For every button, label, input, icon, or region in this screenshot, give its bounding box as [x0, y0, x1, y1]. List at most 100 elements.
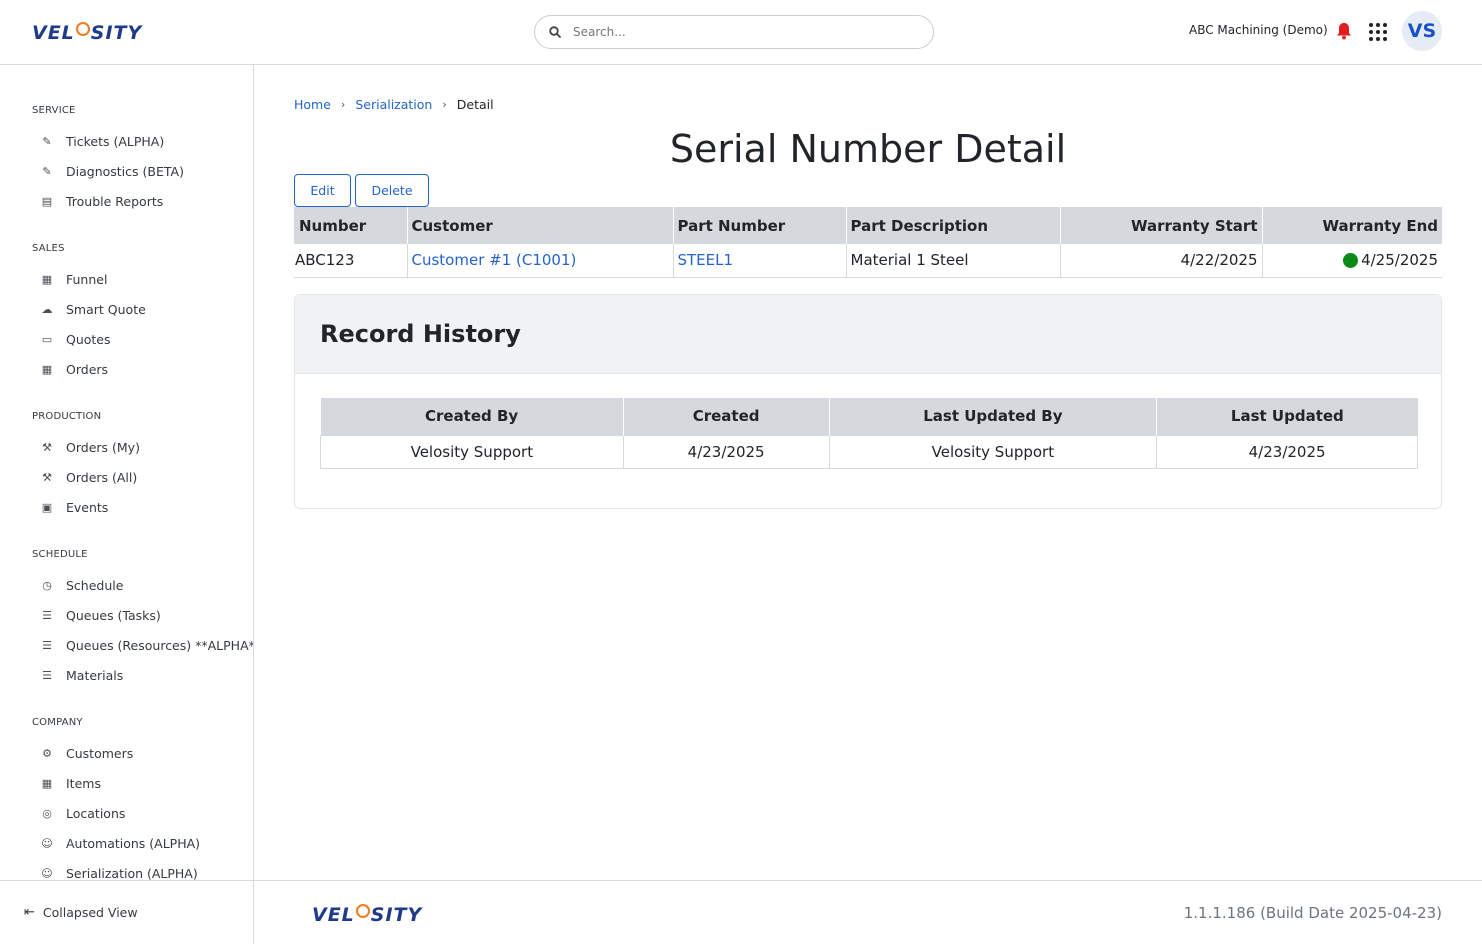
sidebar-item-locations[interactable]: ◎ Locations — [40, 806, 125, 821]
sidebar-item-label: Serialization (ALPHA) — [66, 866, 198, 880]
list-icon: ☰ — [42, 639, 52, 652]
sidebar-item-serialization[interactable]: ☺ Serialization (ALPHA) — [40, 866, 198, 880]
record-history-title: Record History — [295, 295, 1441, 374]
table-row: ABC123 Customer #1 (C1001) STEEL1 Materi… — [294, 244, 1442, 278]
breadcrumb-current: Detail — [456, 97, 494, 112]
record-history-card: Record History Created By Created Last U… — [294, 294, 1442, 509]
sidebar-item-label: Orders — [66, 362, 109, 377]
breadcrumb-home[interactable]: Home — [294, 97, 331, 112]
table-header-row: Created By Created Last Updated By Last … — [320, 398, 1418, 435]
collapse-view-label: Collapsed View — [42, 905, 138, 920]
sidebar-item-orders-my[interactable]: ⚒ Orders (My) — [40, 440, 140, 455]
cloud-icon: ☁ — [41, 303, 53, 316]
search-input[interactable] — [573, 25, 913, 39]
logo-text-start: VEL — [312, 904, 355, 926]
last-updated-cell: 4/23/2025 — [1156, 434, 1418, 469]
sidebar-item-label: Trouble Reports — [66, 194, 164, 209]
list-icon: ☰ — [42, 609, 52, 622]
edit-button[interactable]: Edit — [294, 174, 351, 207]
footer-velosity-logo: VEL SITY — [312, 904, 422, 926]
section-production: PRODUCTION — [32, 411, 102, 422]
wrench-icon: ✎ — [42, 165, 52, 178]
gear-icon: ⚙ — [42, 747, 52, 760]
sidebar-item-items[interactable]: ▦ Items — [40, 776, 101, 791]
sidebar-item-funnel[interactable]: ▦ Funnel — [40, 272, 108, 287]
robot-arm-icon: ⚒ — [42, 441, 52, 454]
sidebar-item-label: Orders (All) — [66, 470, 138, 485]
inbox-icon: ▤ — [41, 195, 53, 208]
section-schedule: SCHEDULE — [32, 549, 88, 560]
created-by-cell: Velosity Support — [320, 434, 624, 469]
sidebar-item-diagnostics[interactable]: ✎ Diagnostics (BETA) — [40, 164, 184, 179]
column-header-warranty-start[interactable]: Warranty Start — [1059, 207, 1262, 244]
column-header-part-description[interactable]: Part Description — [845, 207, 1060, 244]
sidebar-item-schedule[interactable]: ◷ Schedule — [40, 578, 123, 593]
main-content: Home › Serialization › Detail Serial Num… — [254, 65, 1482, 880]
sidebar-item-orders-all[interactable]: ⚒ Orders (All) — [40, 470, 137, 485]
created-cell: 4/23/2025 — [622, 434, 830, 469]
sidebar-item-label: Locations — [66, 806, 126, 821]
customer-link[interactable]: Customer #1 (C1001) — [412, 251, 577, 269]
organization-name[interactable]: ABC Machining (Demo) — [1189, 23, 1328, 37]
collapse-view-button[interactable]: ⇤ Collapsed View — [0, 880, 253, 944]
table-header-row: Number Customer Part Number Part Descrip… — [294, 207, 1442, 244]
part-description-cell: Material 1 Steel — [845, 244, 1060, 278]
part-number-cell: STEEL1 — [672, 244, 846, 278]
sidebar-item-label: Orders (My) — [66, 440, 140, 455]
sidebar-item-tickets[interactable]: ✎ Tickets (ALPHA) — [40, 134, 164, 149]
sidebar-item-quotes[interactable]: ▭ Quotes — [40, 332, 111, 347]
sidebar-item-label: Materials — [66, 668, 124, 683]
user-avatar[interactable]: VS — [1402, 11, 1442, 51]
column-header-warranty-end[interactable]: Warranty End — [1261, 207, 1442, 244]
serial-number-cell: ABC123 — [294, 244, 407, 278]
sidebar-item-label: Queues (Resources) **ALPHA** — [66, 638, 253, 653]
sidebar-item-label: Funnel — [66, 272, 108, 287]
sidebar-item-label: Smart Quote — [66, 302, 146, 317]
sidebar-item-label: Customers — [66, 746, 134, 761]
clock-icon: ◷ — [42, 579, 52, 592]
notification-bell-icon[interactable] — [1336, 22, 1352, 40]
column-header-part-number[interactable]: Part Number — [672, 207, 846, 244]
footer: VEL SITY 1.1.1.186 (Build Date 2025-04-23… — [254, 880, 1482, 944]
sidebar-item-customers[interactable]: ⚙ Customers — [40, 746, 133, 761]
sidebar-item-trouble-reports[interactable]: ▤ Trouble Reports — [40, 194, 163, 209]
sidebar-item-events[interactable]: ▣ Events — [40, 500, 109, 515]
sidebar-item-automations[interactable]: ☺ Automations (ALPHA) — [40, 836, 200, 851]
sidebar-item-label: Items — [66, 776, 101, 791]
search-icon — [549, 26, 561, 38]
breadcrumb-serialization[interactable]: Serialization — [355, 97, 432, 112]
grid-icon: ▦ — [41, 777, 53, 790]
customer-cell: Customer #1 (C1001) — [406, 244, 673, 278]
logo-ring-icon — [75, 22, 90, 36]
sidebar-item-queues-resources[interactable]: ☰ Queues (Resources) **ALPHA** — [40, 638, 253, 653]
sidebar-item-smart-quote[interactable]: ☁ Smart Quote — [40, 302, 146, 317]
logo-text-end: SITY — [370, 904, 423, 926]
column-header-created: Created — [622, 398, 830, 435]
table-row: Velosity Support 4/23/2025 Velosity Supp… — [320, 434, 1418, 469]
sidebar-item-orders[interactable]: ▦ Orders — [40, 362, 108, 377]
breadcrumb: Home › Serialization › Detail — [294, 97, 494, 112]
sidebar-item-label: Diagnostics (BETA) — [66, 164, 184, 179]
last-updated-by-cell: Velosity Support — [828, 434, 1158, 469]
apps-grid-icon[interactable] — [1369, 23, 1387, 41]
robot-arm-icon: ⚒ — [42, 471, 52, 484]
velosity-logo[interactable]: VEL SITY — [32, 22, 142, 44]
calendar-icon: ▣ — [41, 501, 53, 514]
column-header-customer[interactable]: Customer — [406, 207, 673, 244]
warranty-end-value: 4/25/2025 — [1361, 251, 1438, 270]
part-number-link[interactable]: STEEL1 — [678, 251, 734, 269]
warranty-end-cell: 4/25/2025 — [1261, 244, 1442, 278]
wrench-icon: ✎ — [42, 135, 52, 148]
sidebar-item-queues-tasks[interactable]: ☰ Queues (Tasks) — [40, 608, 161, 623]
sidebar-item-label: Schedule — [66, 578, 124, 593]
collapse-arrow-icon: ⇤ — [24, 905, 35, 920]
sidebar-item-materials[interactable]: ☰ Materials — [40, 668, 123, 683]
list-icon: ☰ — [42, 669, 52, 682]
global-search[interactable] — [534, 15, 934, 49]
chevron-right-icon: › — [442, 98, 447, 111]
delete-button[interactable]: Delete — [355, 174, 429, 207]
column-header-last-updated-by: Last Updated By — [828, 398, 1157, 435]
column-header-number[interactable]: Number — [294, 207, 407, 244]
logo-text-start: VEL — [32, 22, 75, 44]
sidebar: SERVICE ✎ Tickets (ALPHA) ✎ Diagnostics (B… — [0, 65, 254, 944]
